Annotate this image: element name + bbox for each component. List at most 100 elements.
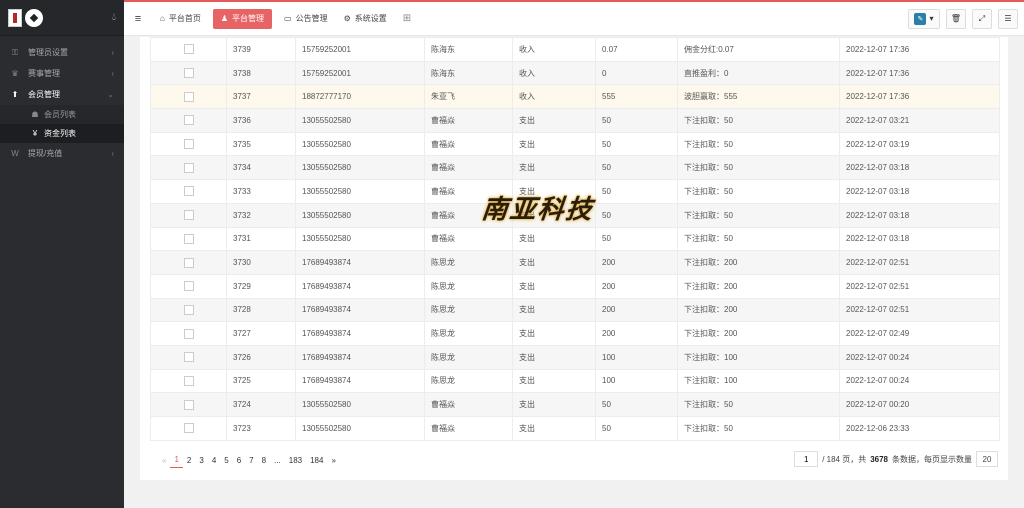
table-row[interactable]: 3729 17689493874 陈思龙 支出 200 下注扣取：200 2022-12-0… — [150, 273, 1000, 299]
sidebar-subitem-member-list[interactable]: ☗ 会员列表 — [0, 105, 124, 124]
cell-note: 下注扣取：200 — [677, 321, 840, 346]
row-checkbox[interactable] — [183, 233, 194, 244]
cell-amount: 50 — [595, 226, 678, 252]
row-checkbox[interactable] — [183, 186, 194, 197]
table-row[interactable]: 3725 17689493874 陈思龙 支出 100 下注扣取：100 2022-12-0… — [150, 368, 1000, 394]
cell-phone: 17689493874 — [295, 273, 425, 299]
table-row[interactable]: 3728 17689493874 陈思龙 支出 200 下注扣取：200 2022-12-0… — [150, 297, 1000, 323]
fullscreen-button[interactable]: ⤢ — [972, 8, 992, 29]
table-row[interactable]: 3730 17689493874 陈思龙 支出 200 下注扣取：200 2022-12-0… — [150, 250, 1000, 275]
table-row[interactable]: 3734 13055502580 曹福焱 支出 50 下注扣取：50 2022-12-07 … — [150, 155, 1000, 181]
cell-phone: 17689493874 — [295, 250, 425, 275]
table-row[interactable]: 3724 13055502580 曹福焱 支出 50 下注扣取：50 2022-12-07 … — [150, 392, 1000, 417]
cell-phone: 15759252001 — [295, 60, 425, 86]
row-checkbox[interactable] — [183, 352, 194, 363]
page-number-button[interactable]: 183 — [285, 452, 306, 468]
row-checkbox-cell — [150, 297, 227, 323]
tab-announcement-management[interactable]: ▭ 公告管理 — [276, 9, 336, 29]
page-number-button[interactable]: 5 — [220, 452, 232, 468]
cell-note: 下注扣取：50 — [677, 202, 840, 228]
page-prev-button[interactable]: « — [158, 452, 170, 468]
table-row[interactable]: 3737 18872777170 朱亚飞 收入 555 波胆赢取：555 2022-12-0… — [150, 84, 1000, 110]
page-ellipsis[interactable]: ... — [270, 452, 285, 468]
page-size-select[interactable]: 20 — [976, 451, 998, 467]
topbar: ≡ ⌂ 平台首页 ♟ 平台管理 ▭ 公告管理 ⚙ 系统设置 ⊞ ✎ ▾ 🗑︎ ⤢… — [124, 0, 1024, 36]
row-checkbox[interactable] — [183, 44, 194, 55]
cell-type: 支出 — [512, 297, 596, 323]
cell-id: 3730 — [226, 250, 296, 275]
chevron-down-icon: ⌄ — [107, 90, 114, 99]
row-checkbox[interactable] — [183, 162, 194, 173]
row-checkbox[interactable] — [183, 281, 194, 292]
cell-amount: 100 — [595, 368, 678, 394]
page-next-button[interactable]: » — [327, 452, 339, 468]
row-checkbox[interactable] — [183, 257, 194, 268]
sidebar-item-member-management[interactable]: ⬆ 会员管理 ⌄ — [0, 84, 124, 105]
row-checkbox[interactable] — [183, 210, 194, 221]
page-number-button[interactable]: 1 — [170, 452, 183, 468]
table-row[interactable]: 3736 13055502580 曹福焱 支出 50 下注扣取：50 2022-12-07 … — [150, 108, 1000, 133]
row-checkbox[interactable] — [183, 375, 194, 386]
row-checkbox[interactable] — [183, 139, 194, 150]
cell-amount: 50 — [595, 179, 678, 204]
key-icon: ⚿ — [11, 47, 19, 57]
cell-id: 3736 — [226, 108, 296, 133]
page-number-button[interactable]: 6 — [233, 452, 245, 468]
sidebar-item-withdraw-recharge[interactable]: W 提现/充值 ‹ — [0, 143, 124, 164]
tab-label: 系统设置 — [354, 14, 387, 23]
row-checkbox-cell — [150, 131, 227, 157]
page-number-button[interactable]: 8 — [258, 452, 270, 468]
more-menu-button[interactable]: ☰ — [998, 8, 1018, 29]
row-checkbox[interactable] — [183, 328, 194, 339]
menu-toggle-icon[interactable]: ≡ — [124, 13, 152, 25]
table-row[interactable]: 3738 15759252001 陈海东 收入 0 直推盈利：0 2022-12-07 17… — [150, 60, 1000, 86]
droplet-icon[interactable]: 💧︎ — [112, 12, 116, 23]
page-number-button[interactable]: 184 — [306, 452, 327, 468]
row-checkbox[interactable] — [183, 423, 194, 434]
table-row[interactable]: 3726 17689493874 陈思龙 支出 100 下注扣取：100 2022-12-0… — [150, 344, 1000, 370]
page-number-button[interactable]: 7 — [245, 452, 257, 468]
clear-cache-button[interactable]: 🗑︎ — [946, 8, 966, 29]
row-checkbox-cell — [150, 321, 227, 346]
table-row[interactable]: 3739 15759252001 陈海东 收入 0.07 佣金分红:0.07 2022-12… — [150, 37, 1000, 62]
sidebar-subitem-fund-list[interactable]: ¥ 资金列表 — [0, 124, 124, 143]
row-checkbox[interactable] — [183, 115, 194, 126]
cell-type: 支出 — [512, 344, 596, 370]
cell-time: 2022-12-07 17:36 — [839, 84, 1000, 110]
tab-system-settings[interactable]: ⚙ 系统设置 — [336, 9, 395, 29]
cell-amount: 555 — [595, 84, 678, 110]
table-row[interactable]: 3731 13055502580 曹福焱 支出 50 下注扣取：50 2022-12-07 … — [150, 226, 1000, 252]
page-number-button[interactable]: 3 — [195, 452, 207, 468]
sidebar-item-admin-settings[interactable]: ⚿ 管理员设置 ‹ — [0, 42, 124, 63]
row-checkbox[interactable] — [183, 68, 194, 79]
sidebar-item-match-management[interactable]: ♛ 赛事管理 ‹ — [0, 63, 124, 84]
tab-label: 平台管理 — [232, 14, 265, 23]
brush-icon: ✎ — [914, 12, 927, 25]
logo[interactable] — [8, 8, 43, 27]
row-checkbox[interactable] — [183, 91, 194, 102]
page-info: / 184 页，共 3678 条数据，每页显示数量 20 — [794, 451, 998, 467]
tab-label: 平台首页 — [168, 14, 201, 23]
cell-time: 2022-12-07 02:49 — [839, 321, 1000, 346]
cell-name: 曹福焱 — [424, 131, 513, 157]
page-jump-input[interactable] — [794, 451, 819, 467]
tab-platform-home[interactable]: ⌂ 平台首页 — [152, 9, 209, 29]
tab-platform-management[interactable]: ♟ 平台管理 — [212, 8, 273, 29]
cell-phone: 13055502580 — [295, 202, 425, 228]
cell-amount: 200 — [595, 321, 678, 346]
cell-amount: 200 — [595, 250, 678, 275]
page-number-button[interactable]: 4 — [208, 452, 220, 468]
grid-icon[interactable]: ⊞ — [403, 13, 411, 24]
gear-icon: ⚙ — [343, 14, 351, 23]
table-row[interactable]: 3727 17689493874 陈思龙 支出 200 下注扣取：200 2022-12-0… — [150, 321, 1000, 346]
cell-type: 收入 — [512, 37, 596, 62]
row-checkbox[interactable] — [183, 304, 194, 315]
row-checkbox[interactable] — [183, 399, 194, 410]
sidebar-item-label: 管理员设置 — [28, 48, 68, 57]
table-row[interactable]: 3723 13055502580 曹福焱 支出 50 下注扣取：50 2022-12-06 … — [150, 416, 1000, 441]
table-row[interactable]: 3735 13055502580 曹福焱 支出 50 下注扣取：50 2022-12-07 … — [150, 131, 1000, 157]
skin-picker-button[interactable]: ✎ ▾ — [908, 8, 940, 29]
page-number-button[interactable]: 2 — [183, 452, 195, 468]
expand-icon: ⤢ — [978, 13, 986, 23]
trash-icon: 🗑︎ — [950, 14, 962, 23]
